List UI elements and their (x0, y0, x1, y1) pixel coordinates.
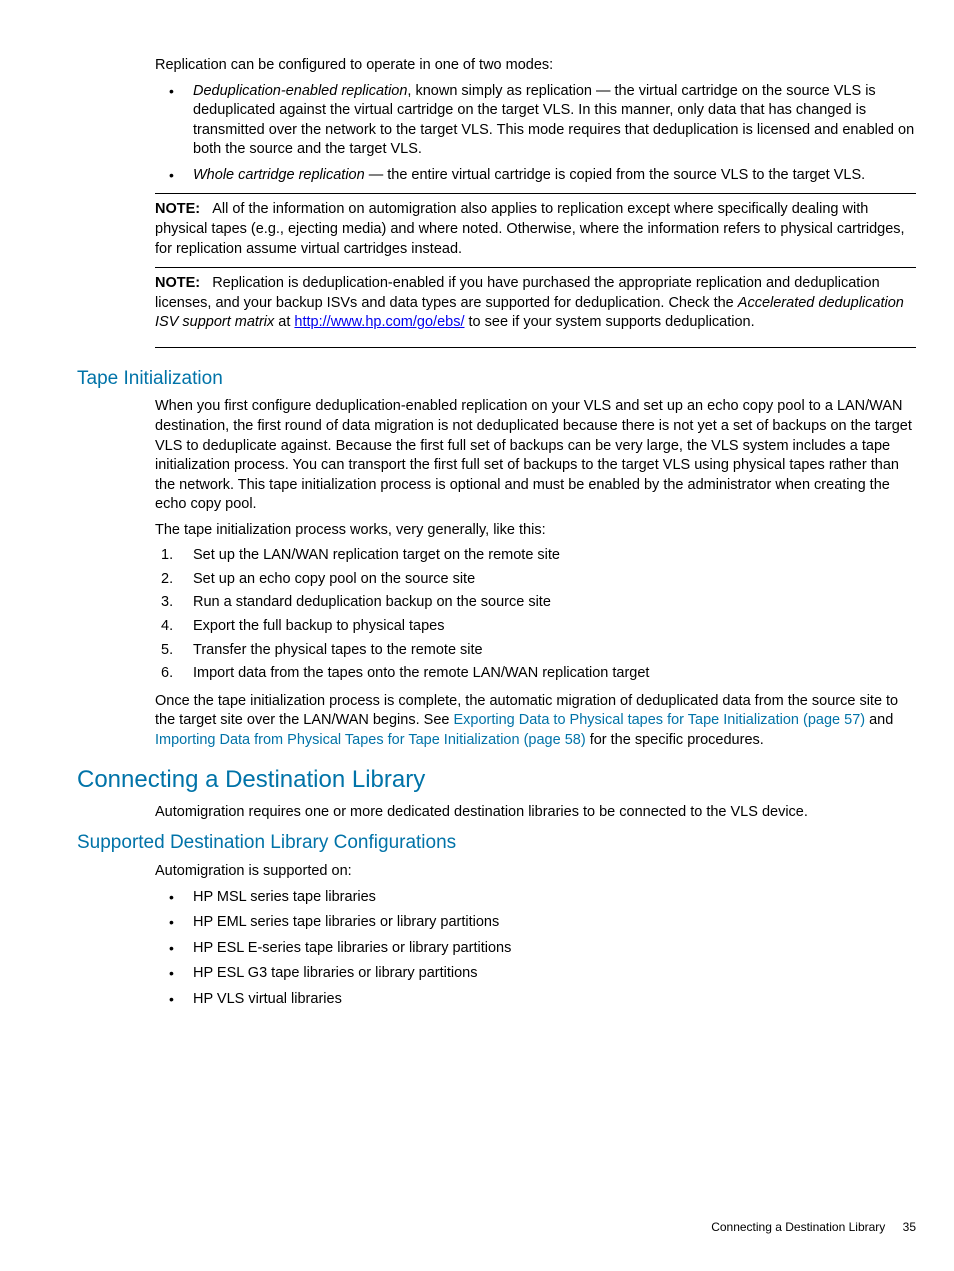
p3-post: for the specific procedures. (586, 732, 764, 748)
mode-item: Whole cartridge replication — the entire… (155, 166, 916, 186)
heading-tape-initialization: Tape Initialization (77, 366, 916, 392)
link-importing-data[interactable]: Importing Data from Physical Tapes for T… (155, 732, 586, 748)
note-mid: at (274, 314, 294, 330)
step-text: Import data from the tapes onto the remo… (193, 665, 649, 681)
step-text: Set up an echo copy pool on the source s… (193, 571, 475, 587)
link-exporting-data[interactable]: Exporting Data to Physical tapes for Tap… (453, 712, 865, 728)
supported-intro: Automigration is supported on: (155, 862, 916, 882)
step-item: 4. Export the full backup to physical tap… (155, 617, 916, 637)
step-item: 6. Import data from the tapes onto the re… (155, 664, 916, 684)
step-text: Export the full backup to physical tapes (193, 618, 444, 634)
step-item: 3. Run a standard deduplication backup on… (155, 593, 916, 613)
mode-term: Deduplication-enabled replication (193, 83, 407, 99)
tape-init-steps: 1. Set up the LAN/WAN replication target … (155, 546, 916, 683)
tape-init-para-3: Once the tape initialization process is … (155, 692, 916, 751)
step-text: Transfer the physical tapes to the remot… (193, 642, 483, 658)
supported-item: HP EML series tape libraries or library … (155, 913, 916, 933)
step-item: 1. Set up the LAN/WAN replication target … (155, 546, 916, 566)
step-number: 6. (161, 664, 173, 684)
p3-mid: and (865, 712, 893, 728)
supported-item: HP ESL E-series tape libraries or librar… (155, 939, 916, 959)
step-number: 3. (161, 593, 173, 613)
footer-title: Connecting a Destination Library (711, 1220, 885, 1234)
mode-desc: — the entire virtual cartridge is copied… (365, 167, 866, 183)
note-body: All of the information on automigration … (155, 201, 905, 256)
note-text: NOTE: Replication is deduplication-enabl… (155, 274, 916, 333)
note-label: NOTE: (155, 275, 200, 291)
intro-paragraph: Replication can be configured to operate… (155, 56, 916, 76)
tape-init-para-2: The tape initialization process works, v… (155, 521, 916, 541)
tape-init-para-1: When you first configure deduplication-e… (155, 397, 916, 514)
step-text: Set up the LAN/WAN replication target on… (193, 547, 560, 563)
step-number: 4. (161, 617, 173, 637)
note-link-external[interactable]: http://www.hp.com/go/ebs/ (294, 314, 464, 330)
step-number: 2. (161, 570, 173, 590)
note-block-1: NOTE: All of the information on automigr… (155, 193, 916, 259)
step-number: 5. (161, 641, 173, 661)
supported-item: HP MSL series tape libraries (155, 888, 916, 908)
supported-list: HP MSL series tape libraries HP EML seri… (155, 888, 916, 1010)
heading-connecting-library: Connecting a Destination Library (77, 764, 916, 796)
note-post: to see if your system supports deduplica… (464, 314, 754, 330)
conn-lib-para: Automigration requires one or more dedic… (155, 803, 916, 823)
supported-item: HP ESL G3 tape libraries or library part… (155, 964, 916, 984)
mode-term: Whole cartridge replication (193, 167, 365, 183)
note-block-2: NOTE: Replication is deduplication-enabl… (155, 267, 916, 348)
page-footer: Connecting a Destination Library 35 (711, 1219, 916, 1235)
heading-supported-configs: Supported Destination Library Configurat… (77, 830, 916, 856)
supported-item: HP VLS virtual libraries (155, 990, 916, 1010)
step-text: Run a standard deduplication backup on t… (193, 594, 551, 610)
modes-list: Deduplication-enabled replication, known… (155, 82, 916, 186)
step-item: 5. Transfer the physical tapes to the rem… (155, 641, 916, 661)
mode-item: Deduplication-enabled replication, known… (155, 82, 916, 160)
step-item: 2. Set up an echo copy pool on the source… (155, 570, 916, 590)
note-text: NOTE: All of the information on automigr… (155, 200, 916, 259)
note-label: NOTE: (155, 201, 200, 217)
step-number: 1. (161, 546, 173, 566)
page-number: 35 (903, 1220, 916, 1234)
